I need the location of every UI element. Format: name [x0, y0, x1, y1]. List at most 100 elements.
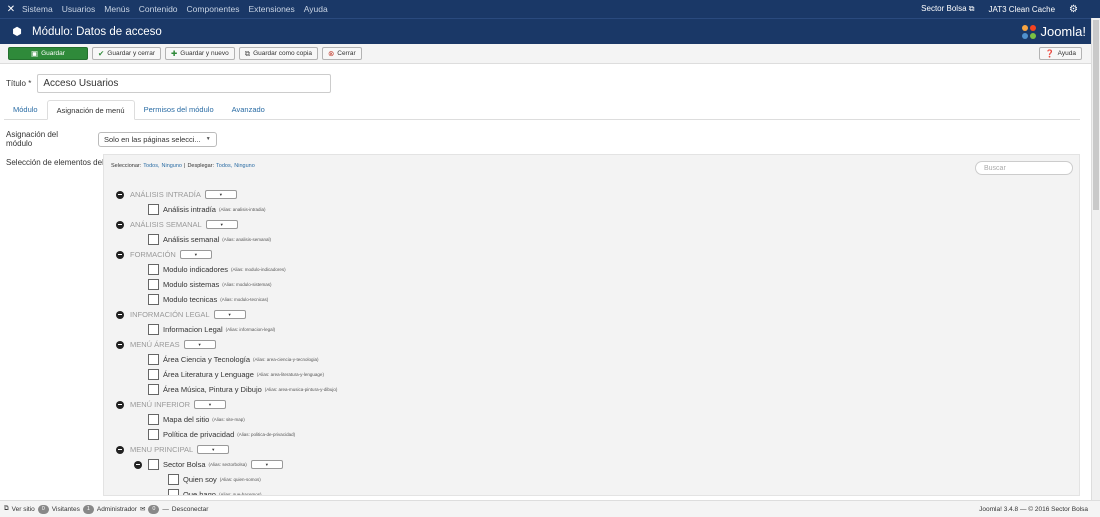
close-button[interactable]: ⊗ Cerrar	[321, 47, 362, 60]
menu-group: FORMACIÓN ▼	[116, 247, 337, 262]
group-options-dropdown[interactable]: ▼	[204, 190, 237, 199]
collapse-icon[interactable]	[116, 445, 124, 454]
menu-group: MENU PRINCIPAL ▼	[116, 442, 337, 457]
menu-item-checkbox[interactable]	[148, 459, 159, 470]
collapse-icon[interactable]	[134, 460, 142, 469]
visitors-badge: 0	[37, 504, 49, 514]
menu-item: Quien soy (Alias: quien-somos)	[116, 472, 337, 487]
group-options-dropdown[interactable]: ▼	[179, 250, 212, 259]
group-options-dropdown[interactable]: ▼	[213, 310, 246, 319]
menu-item-label: Sector Bolsa	[163, 460, 206, 469]
admin-badge: 1	[82, 504, 94, 514]
menu-item-checkbox[interactable]	[148, 354, 159, 365]
collapse-icon[interactable]	[116, 250, 124, 259]
assignment-label: Asignación del módulo	[6, 130, 59, 148]
menu-item-alias: (Alias: site-map)	[212, 417, 245, 422]
save-close-button[interactable]: ✔ Guardar y cerrar	[92, 47, 161, 60]
collapse-icon[interactable]	[116, 310, 124, 319]
collapse-icon[interactable]	[116, 190, 124, 199]
joomla-icon[interactable]: ✕	[0, 4, 22, 15]
menu-item: Modulo tecnicas (Alias: modulo-tecnicas)	[116, 292, 337, 307]
menu-item-checkbox[interactable]	[148, 264, 159, 275]
menu-item-label: Informacion Legal	[163, 325, 223, 334]
menu-item-checkbox[interactable]	[168, 474, 179, 485]
search-input[interactable]: Buscar	[975, 161, 1073, 175]
menu-ayuda[interactable]: Ayuda	[304, 4, 328, 14]
menu-contenido[interactable]: Contenido	[139, 4, 178, 14]
view-site-link[interactable]: Ver sitio	[12, 506, 35, 513]
chevron-down-icon: ▼	[211, 447, 216, 452]
tab-avanzado[interactable]: Avanzado	[223, 99, 274, 119]
save-copy-button[interactable]: ⧉ Guardar como copia	[238, 47, 318, 60]
page-title: Módulo: Datos de acceso	[32, 25, 162, 38]
group-options-dropdown[interactable]: ▼	[194, 400, 226, 409]
check-icon: ✔	[98, 48, 105, 58]
chevron-down-icon: ▼	[193, 252, 198, 257]
cache-link[interactable]: JAT3 Clean Cache	[988, 5, 1055, 14]
menu-group: ANÁLISIS SEMANAL ▼	[116, 217, 337, 232]
subgroup-options-dropdown[interactable]: ▼	[250, 460, 283, 469]
tab-modulo[interactable]: Módulo	[4, 99, 47, 119]
menu-item-label: Análisis semanal	[163, 235, 220, 244]
assignment-select[interactable]: Solo en las páginas selecci... ▼	[98, 131, 217, 147]
collapse-icon[interactable]	[116, 220, 124, 229]
menu-item-checkbox[interactable]	[148, 429, 159, 440]
menu-item-checkbox[interactable]	[148, 324, 159, 335]
collapse-icon[interactable]	[116, 400, 124, 409]
logo-text: Joomla!	[1040, 24, 1086, 39]
cancel-icon: ⊗	[327, 48, 335, 58]
title-input[interactable]	[37, 74, 332, 93]
envelope-icon: ✉	[139, 506, 146, 513]
menu-item-checkbox[interactable]	[148, 384, 159, 395]
question-icon: ❓	[1045, 48, 1055, 58]
logout-link[interactable]: Desconectar	[172, 506, 209, 513]
messages-badge: 0	[148, 504, 160, 514]
help-button[interactable]: ❓ Ayuda	[1039, 47, 1082, 60]
tab-asignacion-menu[interactable]: Asignación de menú	[46, 100, 135, 120]
menu-item: Área Ciencia y Tecnología (Alias: area-ci…	[116, 352, 337, 367]
group-options-dropdown[interactable]: ▼	[183, 340, 216, 349]
collapse-icon[interactable]	[116, 340, 124, 349]
site-link[interactable]: Sector Bolsa ⧉	[921, 4, 974, 14]
menu-item-checkbox[interactable]	[168, 489, 179, 495]
cube-icon: ⬢	[12, 26, 22, 38]
menu-item-alias: (Alias: modulo-sistemas)	[222, 282, 272, 287]
tab-bar: Módulo Asignación de menú Permisos del m…	[4, 100, 1080, 120]
menu-item: Que hago (Alias: que-hacemos)	[116, 487, 337, 495]
menu-extensiones[interactable]: Extensiones	[248, 4, 294, 14]
menu-item-checkbox[interactable]	[148, 294, 159, 305]
menu-group-name: MENÚ ÁREAS	[130, 340, 180, 349]
menu-group: MENÚ INFERIOR ▼	[116, 397, 337, 412]
menu-item-checkbox[interactable]	[148, 279, 159, 290]
menu-componentes[interactable]: Componentes	[187, 4, 240, 14]
menu-item-checkbox[interactable]	[148, 204, 159, 215]
menu-usuarios[interactable]: Usuarios	[62, 4, 96, 14]
group-options-dropdown[interactable]: ▼	[205, 220, 238, 229]
scrollbar[interactable]	[1091, 18, 1100, 500]
save-button[interactable]: ▣ Guardar	[8, 47, 88, 60]
external-link-icon: ⧉	[968, 4, 975, 13]
tab-permisos[interactable]: Permisos del módulo	[135, 99, 223, 119]
menu-group-name: ANÁLISIS SEMANAL	[130, 220, 202, 229]
title-bar: ⬢ Módulo: Datos de acceso Joomla!	[0, 18, 1100, 44]
expand-none-link[interactable]: Ninguno	[234, 163, 255, 169]
menu-sistema[interactable]: Sistema	[22, 4, 53, 14]
menu-item-checkbox[interactable]	[148, 369, 159, 380]
menu-item-checkbox[interactable]	[148, 234, 159, 245]
menu-item-label: Área Música, Pintura y Dibujo	[163, 385, 262, 394]
gear-icon[interactable]: ⚙	[1069, 4, 1078, 15]
minus-icon: —	[162, 505, 169, 513]
menu-item-alias: (Alias: modulo-indicadores)	[231, 267, 286, 272]
expand-all-link[interactable]: Todos,	[216, 163, 232, 169]
save-new-button[interactable]: ✚ Guardar y nuevo	[164, 47, 235, 60]
menu-menus[interactable]: Menús	[104, 4, 130, 14]
version-text: Joomla! 3.4.8 — © 2016 Sector Bolsa	[979, 505, 1088, 513]
select-none-link[interactable]: Ninguno	[162, 163, 183, 169]
chevron-down-icon: ▼	[218, 192, 223, 197]
scrollbar-thumb[interactable]	[1093, 20, 1099, 210]
save-icon: ▣	[31, 48, 39, 58]
group-options-dropdown[interactable]: ▼	[197, 445, 230, 454]
menu-item-checkbox[interactable]	[148, 414, 159, 425]
select-all-link[interactable]: Todos,	[143, 163, 159, 169]
menu-item: Análisis semanal (Alias: analisis-semanal…	[116, 232, 337, 247]
